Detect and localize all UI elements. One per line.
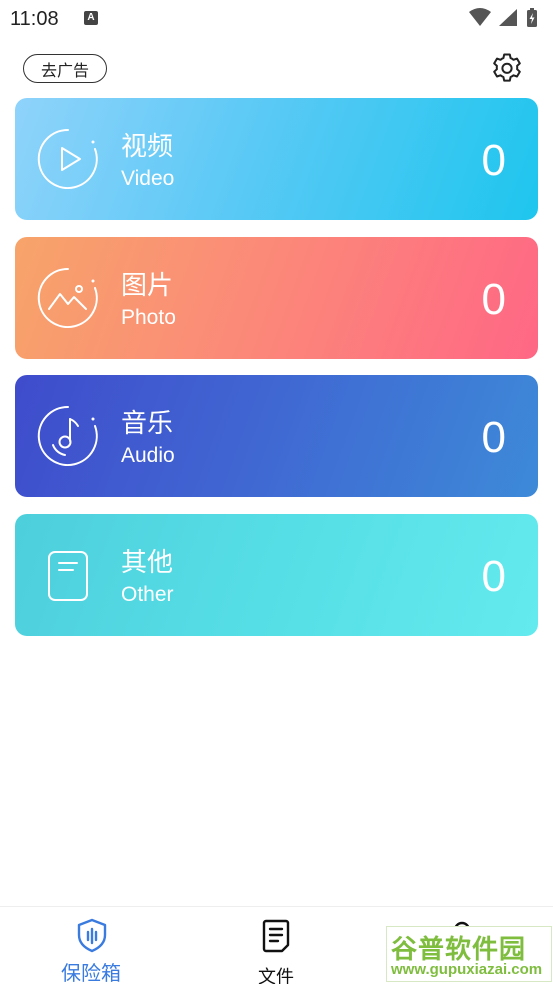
document-icon xyxy=(48,551,88,601)
play-icon xyxy=(37,128,98,189)
watermark: 谷普软件园 www.gupuxiazai.com xyxy=(386,926,552,982)
tab-label: 文件 xyxy=(258,967,294,984)
status-bar: 11:08 A xyxy=(0,0,553,36)
category-card-photo[interactable]: 图片 Photo 0 xyxy=(15,237,538,359)
category-subtitle: Other xyxy=(121,583,174,606)
category-card-audio[interactable]: 音乐 Audio 0 xyxy=(15,375,538,497)
gear-icon[interactable] xyxy=(489,51,525,87)
category-card-other[interactable]: 其他 Other 0 xyxy=(15,514,538,636)
category-count: 0 xyxy=(481,552,506,601)
battery-charging-icon xyxy=(527,8,537,27)
category-count: 0 xyxy=(481,275,506,324)
tab-vault[interactable]: 保险箱 xyxy=(0,907,184,984)
font-icon: A xyxy=(84,11,98,25)
image-icon xyxy=(37,267,98,328)
category-title: 其他 xyxy=(121,548,174,578)
category-subtitle: Photo xyxy=(121,306,176,329)
category-count: 0 xyxy=(481,136,506,185)
tab-label: 保险箱 xyxy=(61,961,121,984)
tab-files[interactable]: 文件 xyxy=(184,907,368,984)
remove-ads-button[interactable]: 去广告 xyxy=(23,54,107,83)
shield-icon xyxy=(77,918,107,953)
wifi-icon xyxy=(469,8,491,26)
category-card-video[interactable]: 视频 Video 0 xyxy=(15,98,538,220)
music-disc-icon xyxy=(37,405,98,466)
file-list-icon xyxy=(262,919,290,953)
system-status-icons xyxy=(469,8,537,27)
category-title: 视频 xyxy=(121,132,174,162)
top-bar: 去广告 xyxy=(0,50,553,86)
category-subtitle: Audio xyxy=(121,444,175,467)
category-subtitle: Video xyxy=(121,167,175,190)
category-title: 音乐 xyxy=(121,409,174,439)
signal-icon xyxy=(499,9,517,26)
category-title: 图片 xyxy=(121,271,174,301)
category-count: 0 xyxy=(481,413,506,462)
watermark-url: www.gupuxiazai.com xyxy=(391,961,543,978)
status-time: 11:08 xyxy=(10,8,59,30)
